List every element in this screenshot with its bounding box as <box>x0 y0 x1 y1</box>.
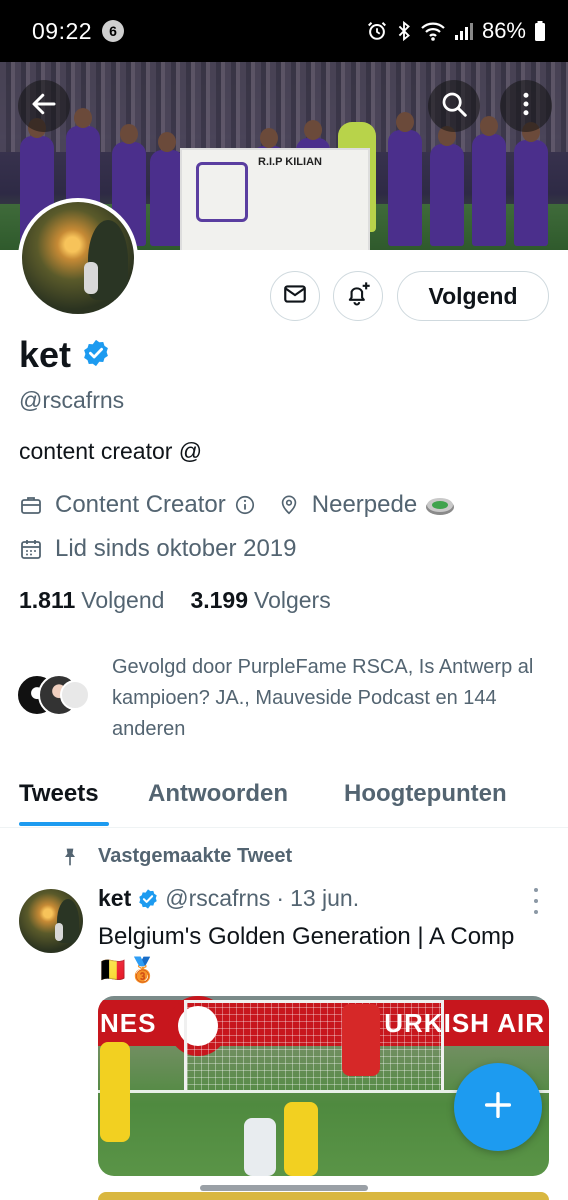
tweet-more-button[interactable] <box>528 888 544 914</box>
profile-location: Neerpede <box>311 491 418 518</box>
signal-icon <box>454 21 474 41</box>
tab-replies[interactable]: Antwoorden <box>148 780 288 808</box>
profile-joined: Lid sinds oktober 2019 <box>55 535 297 562</box>
status-time: 09:22 <box>32 17 93 44</box>
profile-bio: content creator @ <box>19 438 203 464</box>
tweet-text: Belgium's Golden Generation | A Comp 🇧🇪🥉 <box>98 923 515 984</box>
avatar-figure <box>84 262 98 294</box>
tab-tweets[interactable]: Tweets <box>19 780 99 808</box>
club-crest-icon <box>196 162 248 222</box>
home-indicator[interactable] <box>200 1185 368 1191</box>
briefcase-icon <box>19 493 43 517</box>
profile-category[interactable]: Content Creator <box>55 491 226 519</box>
media-player <box>100 1042 130 1142</box>
banner-player <box>430 126 464 246</box>
notification-count-badge: 6 <box>102 20 125 42</box>
envelope-icon <box>282 281 308 312</box>
battery-percentage: 86% <box>481 18 526 43</box>
following-link[interactable]: 1.811 Volgend <box>19 587 164 614</box>
tweet-avatar[interactable] <box>19 889 83 953</box>
pin-icon <box>60 846 82 868</box>
profile-meta-joined: Lid sinds oktober 2019 <box>19 535 297 563</box>
verified-badge-icon <box>81 338 111 373</box>
next-tweet-media-preview <box>98 1192 549 1200</box>
bluetooth-icon <box>396 20 412 42</box>
wifi-icon <box>420 20 446 42</box>
media-board-left-text: NES <box>100 1008 157 1038</box>
stadium-emoji-icon <box>425 493 455 517</box>
arrow-left-icon <box>29 89 59 124</box>
following-button[interactable]: Volgend <box>397 271 549 321</box>
followers-count: 3.199 <box>190 587 248 613</box>
verified-badge-icon <box>137 888 159 910</box>
info-icon[interactable] <box>234 494 256 516</box>
calendar-icon <box>19 537 43 561</box>
bell-plus-icon <box>344 280 372 313</box>
followed-by[interactable]: Gevolgd door PurpleFame RSCA, Is Antwerp… <box>16 652 533 740</box>
tweet-separator: · <box>276 885 285 911</box>
banner-flag-text: R.I.P KILIAN <box>258 156 322 168</box>
notify-button[interactable] <box>333 271 383 321</box>
followed-by-avatars <box>16 652 92 716</box>
banner-tribute-flag: R.I.P KILIAN 01-11-2004 01-03-2023 <box>180 148 370 250</box>
compose-tweet-button[interactable] <box>454 1063 542 1151</box>
tweet-date: 13 jun. <box>290 885 360 911</box>
search-icon <box>439 89 469 124</box>
status-bar: 09:22 6 86% <box>0 0 568 62</box>
avatar <box>60 680 90 710</box>
media-goal-net <box>184 1000 444 1092</box>
battery-icon <box>534 20 546 42</box>
location-pin-icon <box>278 493 300 517</box>
following-label: Volgend <box>81 587 165 613</box>
more-options-button[interactable] <box>500 80 552 132</box>
profile-name-row: ket <box>19 334 111 376</box>
banner-player <box>514 122 548 246</box>
active-tab-indicator <box>19 822 109 826</box>
pinned-tweet-label: Vastgemaakte Tweet <box>60 845 292 868</box>
followers-label: Volgers <box>254 587 331 613</box>
profile-tabs: Tweets Antwoorden Hoogtepunten <box>0 770 568 828</box>
profile-avatar[interactable] <box>18 198 138 318</box>
back-button[interactable] <box>18 80 70 132</box>
plus-icon <box>481 1088 515 1127</box>
tweet-author[interactable]: ket <box>98 885 131 912</box>
followers-link[interactable]: 3.199 Volgers <box>190 587 330 614</box>
following-count: 1.811 <box>19 587 76 613</box>
tweet-handle: @rscafrns <box>165 885 271 911</box>
followed-by-text: Gevolgd door PurpleFame RSCA, Is Antwerp… <box>112 656 534 740</box>
banner-player <box>472 116 506 246</box>
media-player <box>284 1102 318 1176</box>
banner-player <box>388 112 422 246</box>
media-player-keeper <box>342 1004 380 1076</box>
pinned-tweet-text: Vastgemaakte Tweet <box>98 845 293 867</box>
message-button[interactable] <box>270 271 320 321</box>
profile-counts: 1.811 Volgend 3.199 Volgers <box>19 587 331 614</box>
search-button[interactable] <box>428 80 480 132</box>
more-vertical-icon <box>511 89 541 124</box>
avatar-figure <box>55 923 63 941</box>
tweet-header: ket @rscafrns · 13 jun. <box>98 885 359 912</box>
profile-handle: @rscafrns <box>19 387 125 413</box>
profile-name: ket <box>19 334 72 375</box>
alarm-icon <box>366 20 388 42</box>
banner-player <box>150 132 184 246</box>
media-player <box>244 1118 276 1176</box>
tab-highlights[interactable]: Hoogtepunten <box>344 780 507 808</box>
status-icons: 86% <box>366 18 546 44</box>
profile-meta-category-location: Content Creator Neerpede <box>19 491 455 519</box>
